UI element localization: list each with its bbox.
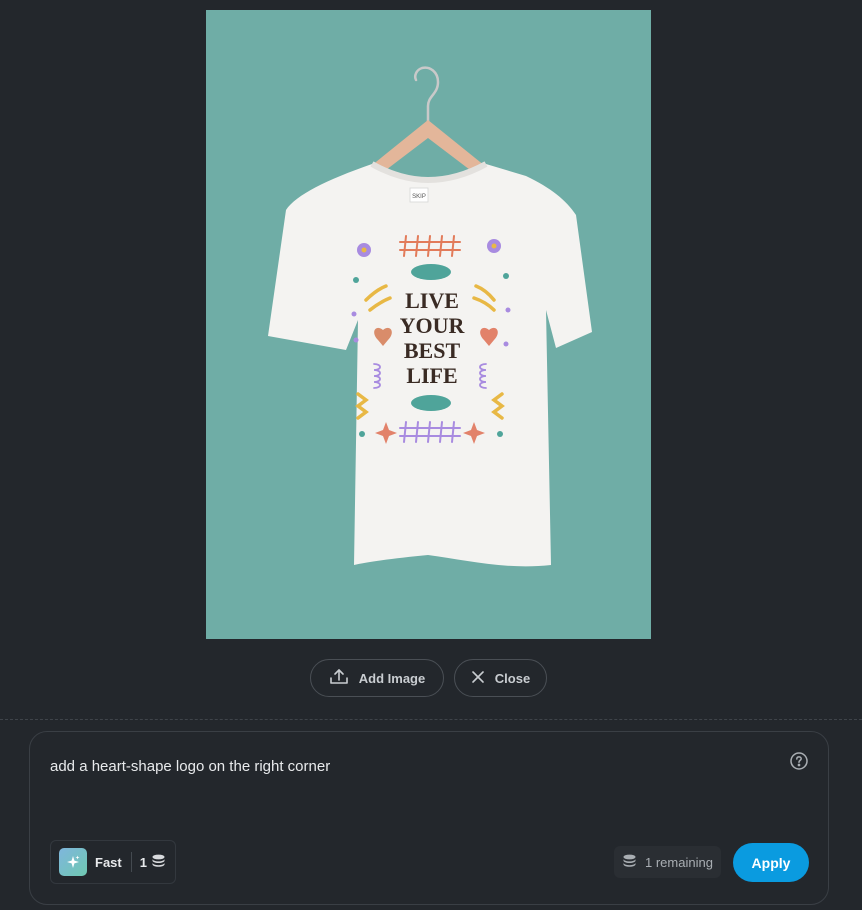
design-text-line-2: YOUR: [400, 313, 466, 338]
coins-icon: [151, 854, 166, 871]
model-divider: [130, 852, 132, 872]
preview-actions: Add Image Close: [0, 659, 862, 699]
prompt-input[interactable]: add a heart-shape logo on the right corn…: [50, 758, 330, 775]
apply-button[interactable]: Apply: [733, 843, 809, 882]
design-text-line-1: LIVE: [405, 288, 459, 313]
upload-icon: [329, 668, 349, 689]
credits-remaining: 1 remaining: [614, 846, 721, 878]
help-icon[interactable]: [790, 752, 808, 770]
image-preview: SKIP LIVE YOUR BEST LIFE: [206, 10, 651, 639]
sparkle-icon: [59, 848, 87, 876]
neck-tag-text: SKIP: [412, 194, 426, 200]
add-image-label: Add Image: [358, 670, 426, 686]
design-text-line-3: BEST: [404, 338, 461, 363]
close-button[interactable]: Close: [454, 659, 547, 697]
model-selector[interactable]: Fast 1: [50, 840, 176, 884]
model-cost-value: 1: [139, 854, 147, 870]
add-image-button[interactable]: Add Image: [310, 659, 444, 697]
design-text-line-4: LIFE: [406, 363, 457, 388]
remaining-text: 1 remaining: [645, 854, 713, 870]
model-cost: 1: [140, 854, 166, 871]
close-label: Close: [494, 670, 531, 686]
model-name: Fast: [95, 854, 122, 870]
close-icon: [471, 670, 485, 687]
tshirt-image: SKIP LIVE YOUR BEST LIFE: [268, 66, 592, 567]
prompt-panel: add a heart-shape logo on the right corn…: [29, 731, 829, 905]
section-divider: [0, 719, 862, 720]
coins-icon: [622, 854, 637, 871]
